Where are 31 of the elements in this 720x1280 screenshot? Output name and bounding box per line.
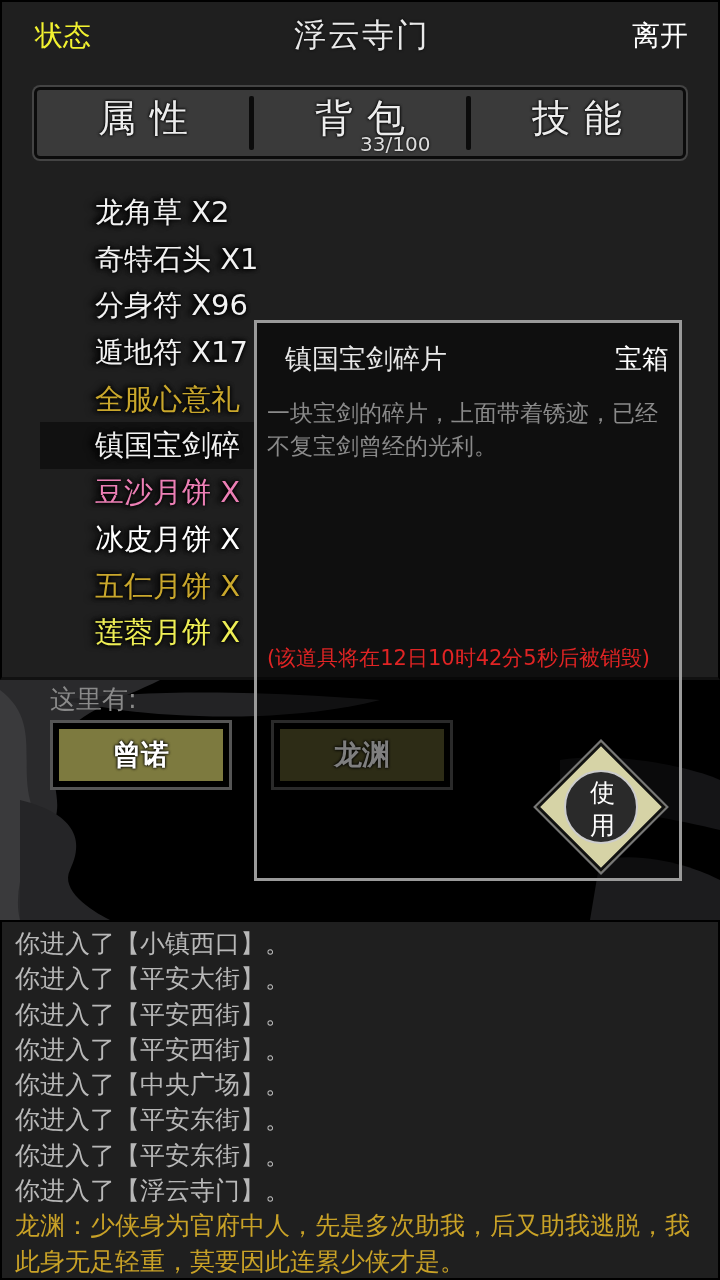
tab[interactable]: 属性 bbox=[84, 94, 202, 142]
log-line: 你进入了【平安大街】。 bbox=[15, 963, 291, 996]
npc-button[interactable]: 龙渊 bbox=[274, 723, 450, 787]
dialogue-line: 龙渊：少侠身为官府中人，先是多次助我，后又助我逃脱，我此身无足轻重，莫要因此连累少侠才是。 bbox=[15, 1210, 691, 1278]
log-line: 你进入了【平安西街】。 bbox=[15, 1033, 291, 1066]
item-type: 宝箱 bbox=[615, 342, 669, 376]
inventory-item[interactable]: 五仁月饼 X bbox=[40, 562, 254, 610]
inventory-item[interactable]: 分身符 X96 bbox=[40, 282, 254, 330]
inventory-item[interactable]: 龙角草 X2 bbox=[40, 189, 254, 236]
location-title: 浮云寺门 bbox=[293, 15, 430, 56]
inventory-item[interactable]: 奇特石头 X1 bbox=[40, 235, 254, 283]
inventory-item[interactable]: 莲蓉月饼 X bbox=[40, 609, 254, 656]
inventory-item[interactable]: 豆沙月饼 X bbox=[40, 469, 254, 516]
log-line: 你进入了【平安东街】。 bbox=[15, 1139, 291, 1172]
item-name: 镇国宝剑碎片 bbox=[285, 342, 447, 376]
inventory-item[interactable]: 遁地符 X17 bbox=[40, 329, 254, 376]
item-description: 一块宝剑的碎片，上面带着锈迹，已经不复宝剑曾经的光利。 bbox=[267, 399, 659, 461]
log-line: 你进入了【平安西街】。 bbox=[15, 998, 291, 1031]
tab[interactable]: 技能 bbox=[518, 94, 636, 142]
inventory-item[interactable]: 镇国宝剑碎 bbox=[40, 422, 254, 470]
status-link[interactable]: 状态 bbox=[35, 17, 91, 55]
inventory-item[interactable]: 全服心意礼 bbox=[40, 375, 254, 423]
npc-button[interactable]: 曾诺 bbox=[53, 723, 229, 787]
log-line: 你进入了【小镇西口】。 bbox=[15, 928, 291, 960]
log-line: 你进入了【浮云寺门】。 bbox=[15, 1175, 291, 1208]
here-label: 这里有: bbox=[50, 683, 137, 716]
expiry-notice: (该道具将在12日10时42分5秒后被销毁) bbox=[267, 645, 651, 672]
inventory-item[interactable]: 冰皮月饼 X bbox=[40, 515, 254, 563]
log-line: 你进入了【中央广场】。 bbox=[15, 1069, 291, 1102]
log-line: 你进入了【平安东街】。 bbox=[15, 1104, 291, 1137]
leave-link[interactable]: 离开 bbox=[632, 17, 688, 55]
